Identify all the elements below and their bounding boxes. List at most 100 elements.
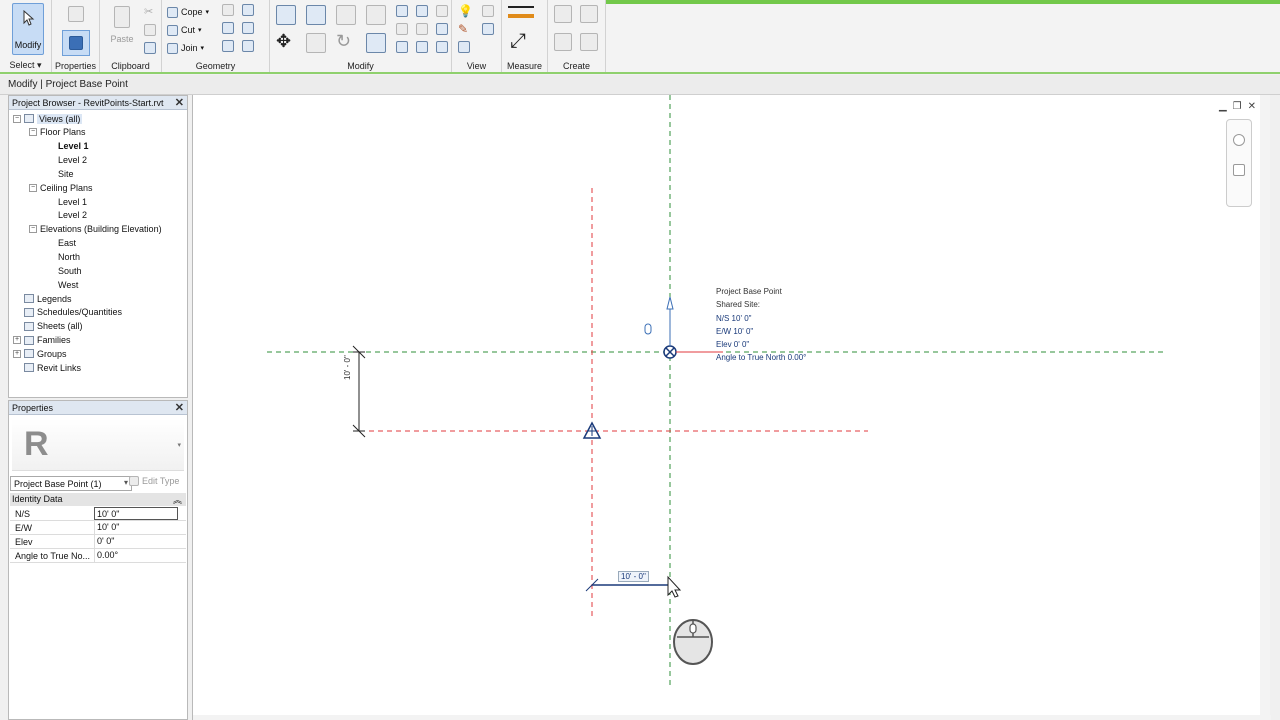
select-panel-label[interactable]: Select ▾ — [0, 60, 51, 71]
trim-extend-icon[interactable] — [366, 33, 386, 53]
tree-item[interactable]: East — [45, 237, 76, 250]
tree-item[interactable]: West — [45, 278, 78, 291]
delete-icon[interactable] — [436, 41, 448, 53]
collapse-icon[interactable]: − — [29, 128, 37, 137]
offset-icon[interactable] — [306, 5, 326, 25]
collapse-icon[interactable]: − — [13, 114, 21, 123]
paste-button[interactable]: Paste — [108, 4, 136, 52]
property-value-field[interactable]: 0.00° — [94, 549, 178, 562]
tree-item[interactable]: Schedules/Quantities — [13, 306, 122, 319]
tree-item[interactable]: Level 1 — [45, 195, 87, 208]
create-panel: Create — [548, 0, 606, 72]
tree-item[interactable]: Site — [45, 167, 74, 180]
tree-item[interactable]: North — [45, 251, 80, 264]
copy-icon[interactable] — [144, 24, 156, 36]
close-icon[interactable]: ✕ — [175, 96, 184, 109]
north-arrow-icon[interactable] — [666, 296, 674, 310]
join-button[interactable]: Join ▾ — [167, 40, 204, 56]
array-icon[interactable] — [396, 23, 408, 35]
split-icon[interactable] — [396, 5, 408, 17]
tree-item[interactable]: + Families — [13, 334, 71, 347]
clip-icon[interactable] — [644, 323, 652, 335]
tree-item[interactable]: − Elevations (Building Elevation) — [29, 223, 162, 236]
type-preview[interactable]: R ▾ — [12, 419, 184, 471]
create-assembly-icon[interactable] — [554, 5, 572, 23]
mirror-draw-icon[interactable] — [366, 5, 386, 25]
tree-item[interactable]: − Views (all) — [13, 112, 83, 125]
create-parts-icon[interactable] — [580, 5, 598, 23]
demolish-icon[interactable] — [222, 22, 234, 34]
collapse-icon: ︽ — [172, 495, 182, 505]
mirror-axis-icon[interactable] — [336, 5, 356, 25]
tree-item[interactable]: Level 2 — [45, 209, 87, 222]
scale-icon[interactable] — [416, 23, 428, 35]
close-icon[interactable]: ✕ — [175, 401, 184, 414]
tree-node-icon — [24, 321, 34, 331]
move-icon[interactable]: ✥ — [276, 31, 291, 52]
align-icon[interactable] — [276, 5, 296, 25]
tree-item[interactable]: Sheets (all) — [13, 320, 83, 333]
wall-opening-icon[interactable] — [222, 40, 234, 52]
base-point-ns-value[interactable]: N/S 10' 0" — [716, 314, 752, 323]
base-point-elev-value[interactable]: Elev 0' 0" — [716, 340, 749, 349]
pin-icon[interactable] — [436, 5, 448, 17]
horizontal-scrollbar[interactable] — [193, 715, 1271, 720]
split-gap-icon[interactable] — [416, 5, 428, 17]
expand-icon[interactable]: + — [13, 336, 21, 345]
tree-item-label: East — [58, 238, 77, 249]
match-properties-icon[interactable] — [144, 42, 156, 54]
override-graphics-icon[interactable]: ✎ — [458, 22, 468, 36]
vertical-scrollbar[interactable] — [1260, 95, 1270, 720]
tree-item-label: Views (all) — [37, 113, 83, 124]
base-point-angle-value[interactable]: Angle to True North 0.00° — [716, 353, 806, 362]
trim-multiple-icon[interactable] — [416, 41, 428, 53]
cope-button[interactable]: Cope ▾ — [167, 4, 209, 20]
wall-joins-icon[interactable] — [222, 4, 234, 16]
tree-item[interactable]: + Groups — [13, 347, 67, 360]
tree-item[interactable]: − Ceiling Plans — [29, 181, 93, 194]
property-value-field[interactable]: 10' 0" — [94, 521, 178, 534]
collapse-icon[interactable]: − — [29, 225, 37, 234]
property-value-field[interactable]: 10' 0" — [94, 507, 178, 520]
property-value-field[interactable]: 0' 0" — [94, 535, 178, 548]
trim-single-icon[interactable] — [396, 41, 408, 53]
property-key: Elev — [15, 537, 33, 547]
tree-item-label: Level 1 — [58, 141, 89, 152]
rotate-icon[interactable]: ↻ — [336, 31, 351, 52]
collapse-icon[interactable]: − — [29, 183, 37, 192]
tree-item[interactable]: Revit Links — [13, 361, 81, 374]
remove-paint-icon[interactable] — [242, 40, 254, 52]
linework-icon[interactable] — [482, 23, 494, 35]
unpin-icon[interactable] — [436, 23, 448, 35]
type-properties-icon[interactable] — [68, 6, 84, 22]
tree-item[interactable]: South — [45, 264, 82, 277]
tree-item[interactable]: Level 1 — [45, 140, 89, 153]
split-face-icon[interactable] — [242, 4, 254, 16]
expand-icon[interactable]: + — [13, 349, 21, 358]
identity-data-group[interactable]: Identity Data ︽ — [10, 493, 186, 506]
vertical-dimension-text[interactable]: 10' - 0" — [343, 355, 352, 380]
aligned-dimension-icon[interactable]: ⤢ — [510, 30, 526, 53]
base-point-ew-value[interactable]: E/W 10' 0" — [716, 327, 753, 336]
join-label: Join — [181, 43, 198, 53]
create-group-icon[interactable] — [554, 33, 572, 51]
tree-item[interactable]: − Floor Plans — [29, 126, 86, 139]
paint-icon[interactable] — [242, 22, 254, 34]
cope-label: Cope — [181, 7, 203, 17]
drawing-canvas[interactable]: ▁ ❐ ✕ Project Base Point Shared Site: N/… — [192, 95, 1271, 720]
copy-element-icon[interactable] — [306, 33, 326, 53]
properties-toggle-button[interactable] — [62, 30, 90, 56]
create-similar-icon[interactable] — [580, 33, 598, 51]
edit-type-button[interactable]: Edit Type — [129, 476, 179, 486]
cut-geometry-button[interactable]: Cut ▾ — [167, 22, 202, 38]
type-selector[interactable]: Project Base Point (1) ▾ — [10, 476, 132, 491]
measure-distance-icon[interactable] — [508, 6, 534, 12]
hide-icon[interactable] — [482, 5, 494, 17]
filter-icon[interactable] — [458, 41, 470, 53]
lightbulb-icon[interactable]: 💡 — [458, 4, 473, 18]
horizontal-dimension-text[interactable]: 10' - 0" — [618, 571, 649, 582]
modify-button[interactable]: Modify — [12, 3, 44, 55]
tree-item[interactable]: Legends — [13, 292, 72, 305]
cut-icon[interactable]: ✂ — [144, 5, 153, 18]
tree-item[interactable]: Level 2 — [45, 154, 87, 167]
